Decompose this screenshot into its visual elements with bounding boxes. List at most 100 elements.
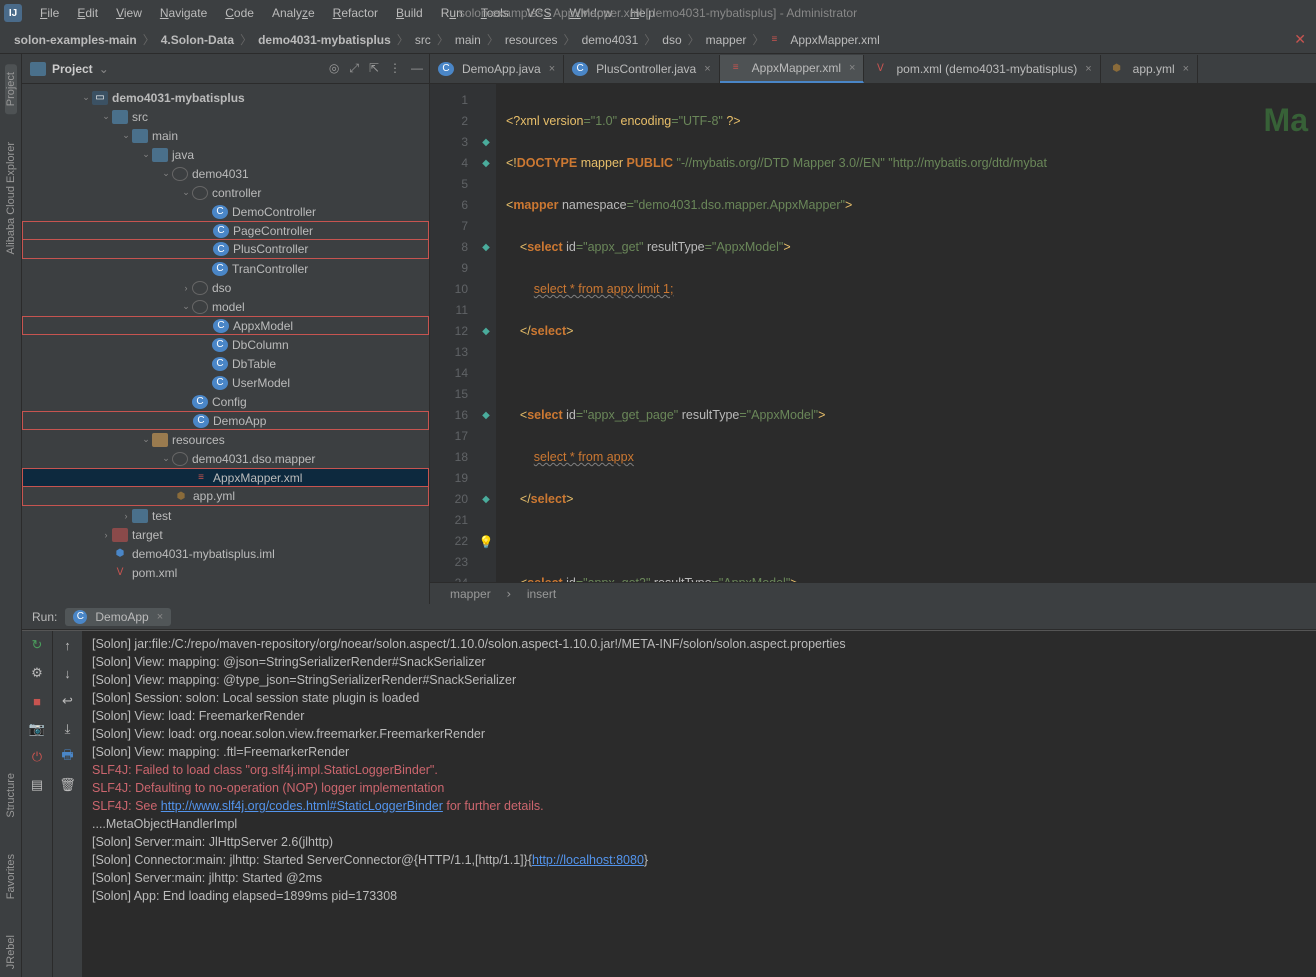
tree-dso[interactable]: dso (212, 281, 231, 295)
tree-src[interactable]: src (132, 110, 148, 124)
tree-page-controller[interactable]: PageController (233, 224, 313, 238)
tree-iml[interactable]: demo4031-mybatisplus.iml (132, 547, 275, 561)
tab-close-icon[interactable]: × (1183, 63, 1189, 75)
tree-plus-controller[interactable]: PlusController (233, 242, 308, 256)
bc-8[interactable]: mapper (702, 33, 751, 47)
project-tree[interactable]: ⌄▭demo4031-mybatisplus ⌄src ⌄main ⌄java … (22, 84, 429, 604)
bc-9[interactable]: AppxMapper.xml (786, 33, 883, 47)
dump-icon[interactable]: 📷 (29, 721, 45, 737)
clear-icon[interactable]: 🗑 (60, 777, 76, 793)
tree-appx-model[interactable]: AppxModel (233, 319, 293, 333)
bc-7[interactable]: dso (658, 33, 685, 47)
bc-2[interactable]: demo4031-mybatisplus (254, 33, 395, 47)
scroll-icon[interactable]: ⤓ (60, 721, 76, 737)
tree-pom[interactable]: pom.xml (132, 566, 177, 580)
exit-icon[interactable]: ⏻ (29, 749, 45, 765)
tree-dbtable[interactable]: DbTable (232, 357, 276, 371)
tab-close-icon[interactable]: × (549, 63, 555, 75)
bulb-icon[interactable]: 💡 (476, 531, 496, 552)
tree-controller[interactable]: controller (212, 186, 261, 200)
down-icon[interactable]: ↓ (60, 665, 76, 681)
tree-module[interactable]: demo4031-mybatisplus (112, 91, 245, 105)
run-panel-header: Run: CDemoApp× (22, 604, 1316, 630)
tree-target[interactable]: target (132, 528, 163, 542)
tree-config[interactable]: Config (212, 395, 247, 409)
tree-main[interactable]: main (152, 129, 178, 143)
expand-icon[interactable]: ⤢ (349, 61, 359, 76)
tab-close-icon[interactable]: × (704, 63, 710, 75)
menu-navigate[interactable]: Navigate (152, 3, 215, 23)
tree-demo-controller[interactable]: DemoController (232, 205, 316, 219)
tab-demoapp[interactable]: CDemoApp.java× (430, 55, 564, 83)
tab-close-icon[interactable]: × (849, 62, 855, 74)
panel-title[interactable]: Project (52, 62, 93, 76)
bc-0[interactable]: solon-examples-main (10, 33, 141, 47)
menu-edit[interactable]: Edit (69, 3, 106, 23)
settings-icon[interactable]: ⋮ (389, 61, 401, 76)
layout-icon[interactable]: ▤ (29, 777, 45, 793)
editor-panel: CDemoApp.java× CPlusController.java× ≡Ap… (430, 54, 1316, 604)
bc-1[interactable]: 4.Solon-Data (157, 33, 238, 47)
tree-test[interactable]: test (152, 509, 171, 523)
app-icon: IJ (4, 4, 22, 22)
line-gutter: 123456789101112131415161718192021222324 (430, 84, 476, 582)
window-title: solon-examples - AppxMapper.xml [demo403… (459, 6, 857, 20)
tab-appyml[interactable]: ⬢app.yml× (1101, 55, 1198, 83)
print-icon[interactable]: 🖶 (60, 749, 76, 765)
collapse-icon[interactable]: ⇱ (369, 61, 379, 76)
bc-4[interactable]: main (451, 33, 485, 47)
code-editor[interactable]: 123456789101112131415161718192021222324 … (430, 84, 1316, 582)
tab-pom[interactable]: Ⅴpom.xml (demo4031-mybatisplus)× (864, 55, 1100, 83)
menu-analyze[interactable]: Analyze (264, 3, 323, 23)
gutter-project[interactable]: Project (5, 64, 17, 114)
tree-resources[interactable]: resources (172, 433, 225, 447)
menu-view[interactable]: View (108, 3, 150, 23)
tab-close-icon[interactable]: × (1085, 63, 1091, 75)
gutter-favorites[interactable]: Favorites (5, 846, 17, 907)
tree-model[interactable]: model (212, 300, 245, 314)
tree-mapper-pkg[interactable]: demo4031.dso.mapper (192, 452, 315, 466)
bc-6[interactable]: demo4031 (578, 33, 643, 47)
breadcrumb-bar: solon-examples-main〉 4.Solon-Data〉 demo4… (0, 26, 1316, 54)
tree-appyml[interactable]: app.yml (193, 489, 235, 503)
console-output[interactable]: [Solon] jar:file:/C:/repo/maven-reposito… (82, 631, 1316, 977)
title-bar: IJ File Edit View Navigate Code Analyze … (0, 0, 1316, 26)
tree-usermodel[interactable]: UserModel (232, 376, 290, 390)
tree-dbcolumn[interactable]: DbColumn (232, 338, 289, 352)
stop-icon[interactable]: ■ (29, 693, 45, 709)
bc-5[interactable]: resources (501, 33, 562, 47)
gutter-structure[interactable]: Structure (5, 765, 17, 826)
menu-refactor[interactable]: Refactor (325, 3, 386, 23)
tab-close-icon[interactable]: × (157, 611, 163, 623)
project-panel: Project ⌄ ◎ ⤢ ⇱ ⋮ — ⌄▭demo4031-mybatispl… (22, 54, 430, 604)
menu-build[interactable]: Build (388, 3, 431, 23)
rerun-icon[interactable]: ↻ (29, 637, 45, 653)
icon-gutter: ◆◆◆◆◆◆💡 (476, 84, 496, 582)
dropdown-icon[interactable]: ⌄ (99, 62, 109, 76)
wrap-icon[interactable]: ↩ (60, 693, 76, 709)
watermark: Ma (1264, 102, 1308, 139)
run-toolbar-left: ↻ ⚙ ■ 📷 ⏻ ▤ (22, 631, 52, 977)
gutter-jrebel[interactable]: JRebel (5, 927, 17, 977)
tab-plus[interactable]: CPlusController.java× (564, 55, 720, 83)
project-panel-header: Project ⌄ ◎ ⤢ ⇱ ⋮ — (22, 54, 429, 84)
settings-icon[interactable]: ⚙ (29, 665, 45, 681)
close-icon[interactable]: ✕ (1294, 31, 1306, 48)
tree-tran-controller[interactable]: TranController (232, 262, 308, 276)
up-icon[interactable]: ↑ (60, 637, 76, 653)
folder-icon (30, 62, 46, 76)
editor-breadcrumb: mapper › insert (430, 582, 1316, 604)
menu-file[interactable]: File (32, 3, 67, 23)
run-tab-demoapp[interactable]: CDemoApp× (65, 608, 171, 626)
editor-tabs: CDemoApp.java× CPlusController.java× ≡Ap… (430, 54, 1316, 84)
tab-appx[interactable]: ≡AppxMapper.xml× (720, 55, 865, 83)
gutter-cloud[interactable]: Alibaba Cloud Explorer (5, 134, 17, 263)
tree-demoapp[interactable]: DemoApp (213, 414, 266, 428)
bc-3[interactable]: src (411, 33, 435, 47)
target-icon[interactable]: ◎ (329, 61, 339, 76)
tree-appx-xml[interactable]: AppxMapper.xml (213, 471, 302, 485)
tree-java[interactable]: java (172, 148, 194, 162)
minimize-icon[interactable]: — (411, 61, 423, 76)
menu-code[interactable]: Code (217, 3, 262, 23)
tree-pkg[interactable]: demo4031 (192, 167, 249, 181)
